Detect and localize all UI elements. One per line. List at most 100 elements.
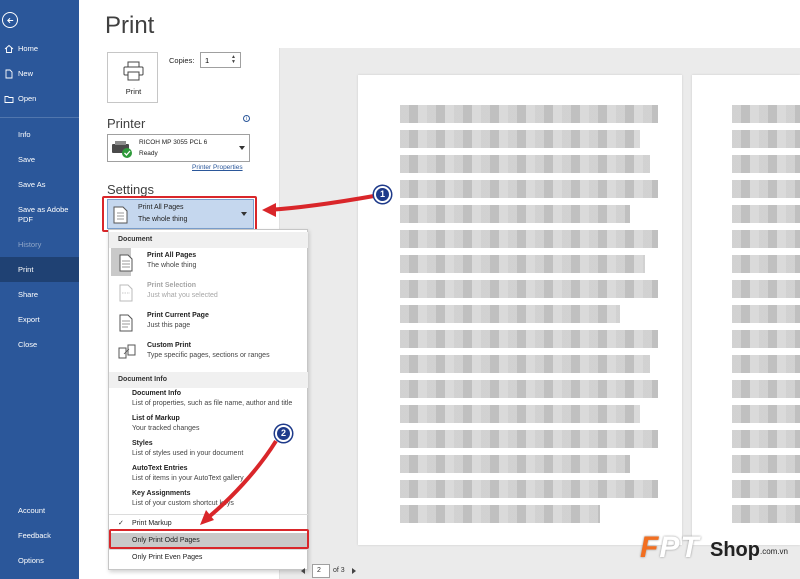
menu-item-print-all-pages[interactable]: Print All Pages The whole thing	[109, 252, 308, 280]
menu-option-label: Print Markup	[132, 520, 172, 527]
printer-ready-icon	[112, 141, 132, 158]
sidebar-item-label: Home	[18, 44, 39, 53]
new-document-icon	[5, 69, 13, 79]
menu-item-desc: Your tracked changes	[132, 425, 200, 432]
menu-item-desc: List of properties, such as file name, a…	[132, 400, 293, 407]
menu-section-header: Document Info	[109, 372, 308, 388]
page-count: of 3	[333, 567, 345, 574]
menu-item-name: Print Selection	[147, 282, 197, 289]
printer-heading: Printer	[107, 116, 146, 131]
menu-item-document-info[interactable]: Document Info List of properties, such a…	[109, 390, 308, 414]
checkmark-icon: ✓	[118, 520, 124, 527]
menu-item-desc: Just this page	[147, 322, 191, 329]
sidebar-item-label: New	[18, 69, 34, 78]
menu-item-styles[interactable]: Styles List of styles used in your docum…	[109, 440, 308, 464]
back-arrow-icon[interactable]	[2, 12, 18, 28]
menu-item-name: Print All Pages	[147, 252, 197, 259]
sidebar-item-label: Feedback	[18, 531, 51, 540]
menu-item-desc: Just what you selected	[147, 292, 218, 299]
menu-item-print-selection: Print Selection Just what you selected	[109, 282, 308, 310]
printer-icon	[123, 61, 144, 81]
sidebar-item-account[interactable]: Account	[0, 506, 79, 516]
callout-badge-1: 1	[374, 186, 391, 203]
print-preview-area	[280, 48, 800, 579]
sidebar-item-label: Save as Adobe PDF	[18, 205, 69, 224]
sidebar-item-label: Print	[18, 265, 34, 274]
sidebar-item-label: Share	[18, 290, 39, 299]
menu-item-desc: List of styles used in your document	[132, 450, 244, 457]
menu-item-name: List of Markup	[132, 415, 180, 422]
sidebar-item-close[interactable]: Close	[0, 340, 79, 350]
sidebar-item-save-as-adobe-pdf[interactable]: Save as Adobe PDF	[0, 205, 70, 225]
menu-item-custom-print[interactable]: Custom Print Type specific pages, sectio…	[109, 342, 308, 370]
menu-item-desc: List of items in your AutoText gallery	[132, 475, 244, 482]
sidebar-item-label: Export	[18, 315, 40, 324]
sidebar-item-share[interactable]: Share	[0, 290, 79, 300]
menu-item-print-current-page[interactable]: Print Current Page Just this page	[109, 312, 308, 340]
info-icon[interactable]: i	[243, 115, 250, 122]
preview-page	[358, 75, 682, 545]
callout-badge-2: 2	[275, 425, 292, 442]
backstage-sidebar: Home New Open Info Save Save As Save as …	[0, 0, 79, 579]
custom-print-icon	[118, 344, 136, 359]
sidebar-item-save-as[interactable]: Save As	[0, 180, 79, 190]
page-number-input[interactable]: 2	[312, 564, 330, 578]
printer-select[interactable]: RICOH MP 3055 PCL 6 Ready	[107, 134, 250, 162]
menu-divider	[109, 514, 308, 515]
spinner-arrows-icon[interactable]: ▲ ▼	[231, 55, 238, 65]
copies-stepper[interactable]: 1 ▲ ▼	[200, 52, 241, 68]
sidebar-item-info[interactable]: Info	[0, 130, 79, 140]
sidebar-item-label: Account	[18, 506, 46, 515]
menu-item-name: Styles	[132, 440, 153, 447]
sidebar-item-label: Save	[18, 155, 36, 164]
menu-item-desc: Type specific pages, sections or ranges	[147, 352, 270, 359]
preview-page	[692, 75, 800, 545]
home-icon	[4, 44, 14, 53]
chevron-down-icon	[239, 146, 245, 150]
sidebar-item-new[interactable]: New	[0, 69, 79, 79]
printer-name: RICOH MP 3055 PCL 6	[139, 139, 208, 146]
fptshop-watermark-logo: FPT Shop .com.vn	[640, 531, 789, 564]
menu-item-desc: The whole thing	[147, 262, 197, 269]
menu-item-autotext-entries[interactable]: AutoText Entries List of items in your A…	[109, 465, 308, 489]
copies-label: Copies:	[169, 56, 195, 65]
print-button[interactable]: Print	[107, 52, 158, 103]
sidebar-divider	[0, 117, 79, 118]
menu-item-desc: List of your custom shortcut keys	[132, 500, 234, 507]
printer-properties-link[interactable]: Printer Properties	[192, 164, 243, 171]
sidebar-item-open[interactable]: Open	[0, 94, 79, 104]
copies-value: 1	[205, 56, 210, 65]
sidebar-item-label: Open	[18, 94, 37, 103]
sidebar-item-feedback[interactable]: Feedback	[0, 531, 79, 541]
menu-option-only-print-even-pages[interactable]: Only Print Even Pages	[109, 550, 308, 566]
highlight-box	[102, 196, 257, 232]
previous-page-icon[interactable]	[301, 568, 305, 574]
menu-item-name: Key Assignments	[132, 490, 191, 497]
sidebar-item-save[interactable]: Save	[0, 155, 79, 165]
folder-icon	[4, 96, 14, 103]
print-pages-menu: Document Print All Pages The whole thing…	[108, 229, 308, 570]
menu-item-name: AutoText Entries	[132, 465, 188, 472]
page-title: Print	[105, 12, 155, 39]
current-page-icon	[119, 314, 133, 332]
sidebar-item-print[interactable]: Print	[0, 257, 79, 282]
selection-icon	[119, 284, 133, 302]
menu-item-name: Document Info	[132, 390, 181, 397]
menu-option-label: Only Print Even Pages	[132, 554, 203, 561]
printer-status: Ready	[139, 150, 158, 157]
settings-heading: Settings	[107, 182, 154, 197]
menu-item-key-assignments[interactable]: Key Assignments List of your custom shor…	[109, 490, 308, 514]
next-page-icon[interactable]	[352, 568, 356, 574]
print-button-label: Print	[125, 87, 142, 96]
highlight-box	[109, 529, 309, 549]
sidebar-item-history: History	[0, 240, 79, 250]
menu-section-header: Document	[109, 232, 308, 248]
sidebar-item-options[interactable]: Options	[0, 556, 79, 566]
sidebar-item-label: Close	[18, 340, 38, 349]
menu-item-name: Custom Print	[147, 342, 191, 349]
sidebar-item-label: History	[18, 240, 42, 249]
sidebar-item-label: Options	[18, 556, 44, 565]
sidebar-item-home[interactable]: Home	[0, 44, 79, 54]
document-pages-icon	[119, 254, 133, 272]
sidebar-item-export[interactable]: Export	[0, 315, 79, 325]
